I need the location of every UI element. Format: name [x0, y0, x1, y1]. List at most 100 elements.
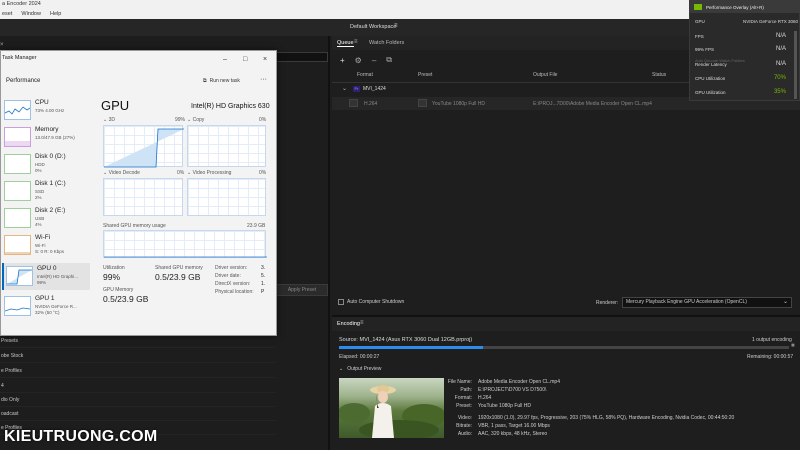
close-icon[interactable]: ×	[263, 53, 267, 67]
dropdown-icon[interactable]	[418, 99, 427, 107]
graph-pct: 0%	[259, 170, 267, 176]
remove-icon[interactable]: –	[372, 56, 376, 65]
menu-item-preset[interactable]: eset	[2, 9, 12, 19]
tab-encoding[interactable]: Encoding	[337, 321, 360, 327]
run-task-icon: ⧉	[203, 78, 207, 84]
nvidia-icon	[694, 4, 702, 10]
graph-label-video-processing: ⌄ Video Processing	[187, 170, 231, 176]
search-input[interactable]	[276, 52, 328, 62]
queue-item-output[interactable]: E:\PROJ...7D00\Adobe Media Encoder Open …	[533, 101, 652, 107]
memory-sparkline	[4, 127, 31, 147]
sidebar-item-sub: 13.0/47.9 GB (27%)	[35, 135, 75, 140]
sidebar-item-sub: 0%	[35, 168, 42, 173]
stop-icon[interactable]: ■	[791, 343, 795, 349]
driver-version-label: Driver version:	[215, 265, 248, 271]
sidebar-item-disk0[interactable]: Disk 0 (D:) HDD 0%	[2, 151, 90, 178]
watermark-text: KIEUTRUONG.COM	[4, 428, 158, 445]
dropdown-icon[interactable]	[349, 99, 358, 107]
settings-icon[interactable]: ⚙	[355, 56, 362, 65]
maximize-icon[interactable]: □	[243, 53, 247, 67]
utilization-label: Utilization	[103, 265, 125, 271]
overlay-unit: %	[780, 89, 786, 95]
task-manager-title: Task Manager	[2, 55, 37, 61]
menu-item-help[interactable]: Help	[50, 9, 61, 19]
detail-file-name: Adobe Media Encoder Open CL.mp4	[478, 379, 560, 385]
sidebar-item-wifi[interactable]: Wi-Fi Wi-Fi S: 0 R: 0 Kbps	[2, 232, 90, 259]
overlay-scrollbar[interactable]	[794, 31, 797, 99]
detail-label: Audio:	[457, 431, 472, 437]
list-item[interactable]: 4	[0, 379, 275, 393]
list-item[interactable]: e Profiles	[0, 364, 275, 378]
hamburger-icon[interactable]: ≡	[354, 39, 358, 45]
queue-item-preset[interactable]: YouTube 1080p Full HD	[432, 101, 485, 107]
disk-sparkline	[4, 181, 31, 201]
driver-date-value: 5.	[261, 273, 266, 279]
graph-label-text: Video Decode	[108, 170, 140, 176]
graph-pct: 99%	[175, 117, 186, 123]
remaining-time: Remaining: 00:00:57	[747, 354, 794, 360]
apply-preset-button[interactable]: Apply Preset	[276, 284, 328, 296]
graph-label-copy: ⌄ Copy	[187, 117, 204, 123]
overlay-value: N/A	[775, 61, 786, 67]
add-icon[interactable]: +	[340, 56, 345, 65]
hamburger-icon[interactable]: ≡	[394, 23, 398, 29]
queue-item-format[interactable]: H.264	[364, 101, 377, 107]
duplicate-icon[interactable]: ⧉	[386, 55, 392, 65]
sidebar-item-cpu[interactable]: CPU 73% 4.00 GHz	[2, 97, 90, 124]
overlay-unit: %	[780, 75, 786, 81]
list-item[interactable]: obe Stock	[0, 349, 275, 363]
minimize-icon[interactable]: –	[223, 53, 227, 67]
sidebar-item-sub: 73% 4.00 GHz	[35, 108, 65, 113]
encoding-progress-bar	[339, 346, 789, 349]
close-icon[interactable]: ×	[0, 42, 4, 48]
shared-memory-label: Shared GPU memory	[155, 265, 203, 271]
tab-watch-folders[interactable]: Watch Folders	[369, 40, 404, 46]
column-header-format[interactable]: Format	[357, 72, 373, 78]
overlay-label: GPU Utilization	[695, 90, 726, 95]
run-new-task-button[interactable]: ⧉ Run new task	[203, 76, 240, 87]
disk-sparkline	[4, 154, 31, 174]
physical-location-label: Physical location:	[215, 289, 254, 295]
sidebar-item-gpu1[interactable]: GPU 1 NVIDIA GeForce R... 32% (50 °C)	[2, 293, 90, 320]
list-item[interactable]: oadcast	[0, 407, 275, 421]
sidebar-item-sub: 99%	[37, 280, 47, 285]
graph-shared-memory	[103, 230, 267, 258]
sidebar-item-label: CPU	[35, 99, 49, 106]
sidebar-item-gpu0[interactable]: GPU 0 Intel(R) HD Graphi... 99%	[2, 263, 90, 290]
chevron-down-icon: ⌄	[782, 299, 788, 305]
overlay-label: 99% FPS	[695, 47, 715, 52]
task-manager-titlebar: Task Manager – □ ×	[1, 51, 278, 65]
workspace-tab-default[interactable]: Default Workspace	[350, 24, 396, 30]
more-options-icon[interactable]: ···	[260, 76, 267, 83]
gpu-sparkline	[6, 266, 33, 286]
elapsed-time: Elapsed: 00:00:27	[339, 354, 380, 360]
queue-toolbar: + ⚙ – ⧉	[340, 55, 392, 65]
cpu-sparkline	[4, 100, 31, 120]
hamburger-icon[interactable]: ≡	[360, 320, 364, 326]
list-item[interactable]: Presets	[0, 334, 275, 348]
shared-memory-value: 0.5/23.9 GB	[155, 272, 201, 282]
chevron-down-icon[interactable]: ⌄	[342, 85, 347, 92]
auto-shutdown-option[interactable]: Auto Computer Shutdown	[338, 299, 404, 305]
column-header-preset[interactable]: Preset	[418, 72, 432, 78]
renderer-select[interactable]: Mercury Playback Engine GPU Acceleration…	[622, 297, 792, 308]
graph-label-text: 3D	[108, 117, 115, 123]
output-count: 1 output encoding	[752, 337, 792, 343]
detail-label: Bitrate:	[456, 423, 472, 429]
sidebar-item-label: Disk 1 (C:)	[35, 180, 66, 187]
list-item[interactable]: dio Only	[0, 393, 275, 407]
column-header-output-file[interactable]: Output File	[533, 72, 557, 78]
output-preview-label: Output Preview	[347, 366, 382, 372]
column-header-status[interactable]: Status	[652, 72, 666, 78]
tab-queue[interactable]: Queue	[337, 40, 354, 47]
directx-version-label: DirectX version:	[215, 281, 251, 287]
auto-shutdown-checkbox[interactable]	[338, 299, 344, 305]
overlay-label: GPU	[695, 19, 705, 24]
output-preview-toggle[interactable]: ⌄ Output Preview	[339, 366, 381, 372]
sidebar-item-disk1[interactable]: Disk 1 (C:) SSD 2%	[2, 178, 90, 205]
queue-group-name: MVI_1424	[363, 86, 386, 92]
graph-video-decode	[103, 178, 183, 216]
sidebar-item-disk2[interactable]: Disk 2 (E:) USB 4%	[2, 205, 90, 232]
sidebar-item-memory[interactable]: Memory 13.0/47.9 GB (27%)	[2, 124, 90, 151]
menu-item-window[interactable]: Window	[21, 9, 41, 19]
